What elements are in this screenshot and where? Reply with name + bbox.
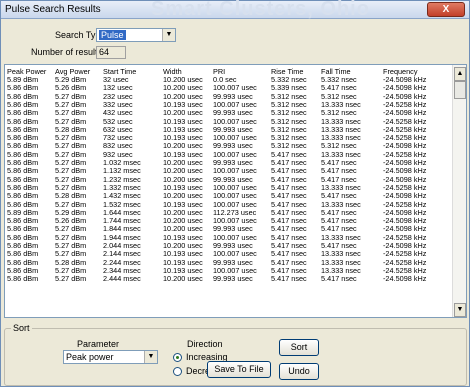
sort-group-label: Sort [11,323,32,333]
table-cell: 5.28 dBm [55,191,87,201]
title-watermark: Smart Clusters, Ohio [151,0,370,20]
sort-parameter-select[interactable]: Peak power ▼ [63,350,158,364]
title-bar[interactable]: Smart Clusters, Ohio Pulse Search Result… [1,0,469,20]
table-cell: 5.86 dBm [7,274,39,284]
table-cell: 5.417 nsec [321,274,357,284]
scrollbar-thumb[interactable] [454,81,466,99]
decreasing-radio[interactable] [173,367,182,376]
table-cell: 99.993 usec [213,108,253,118]
table-cell: 5.86 dBm [7,191,39,201]
table-row[interactable]: 5.86 dBm 5.27 dBm 432 usec 10.200 usec 99.99… [5,109,453,117]
table-cell: -24.5098 kHz [383,274,427,284]
table-cell: 5.417 nsec [271,274,307,284]
table-row[interactable]: 5.86 dBm 5.27 dBm 2.444 msec 10.200 usec 99.… [5,275,453,283]
sort-parameter-value: Peak power [66,352,114,362]
table-cell: 432 usec [103,108,133,118]
table-cell: 5.312 nsec [271,108,307,118]
close-button[interactable]: X [427,2,465,17]
result-count-label: Number of results [31,47,103,57]
table-cell: 10.200 usec [163,191,203,201]
chevron-down-icon[interactable]: ▼ [162,29,175,41]
parameter-label: Parameter [77,339,120,349]
table-cell: 99.993 usec [213,274,253,284]
table-cell: -24.5098 kHz [383,108,427,118]
chevron-down-icon[interactable]: ▼ [144,351,157,363]
table-cell: 5.417 nsec [271,191,307,201]
table-cell: 5.312 nsec [321,108,357,118]
pulse-search-results-window: Smart Clusters, Ohio Pulse Search Result… [0,0,470,387]
direction-label: Direction [187,339,223,349]
table-cell: -24.5098 kHz [383,191,427,201]
table-cell: 1.432 msec [103,191,141,201]
table-cell: 5.86 dBm [7,108,39,118]
search-type-value: Pulse [99,30,126,40]
table-cell: 5.27 dBm [55,274,87,284]
table-cell: 5.27 dBm [55,108,87,118]
results-list[interactable]: Peak Power Avg Power Start Time Width PRI Ris… [4,64,467,318]
table-cell: 100.007 usec [213,191,257,201]
table-row[interactable]: 5.86 dBm 5.28 dBm 1.432 msec 10.200 usec 100… [5,192,453,200]
undo-button[interactable]: Undo [279,363,319,380]
window-title: Pulse Search Results [5,4,101,15]
increasing-radio[interactable] [173,353,182,362]
table-cell: 2.444 msec [103,274,141,284]
result-count-field: 64 [96,46,126,59]
table-cell: 10.200 usec [163,274,203,284]
sort-button[interactable]: Sort [279,339,319,356]
scroll-up-arrow-icon[interactable]: ▲ [454,67,466,81]
scroll-down-arrow-icon[interactable]: ▼ [454,303,466,317]
results-scrollbar[interactable]: ▲ ▼ [452,65,466,317]
save-to-file-button[interactable]: Save To File [207,361,271,378]
close-icon: X [442,4,450,15]
table-cell: 10.200 usec [163,108,203,118]
table-cell: 5.417 nsec [321,191,357,201]
search-type-select[interactable]: Pulse ▼ [96,28,176,42]
